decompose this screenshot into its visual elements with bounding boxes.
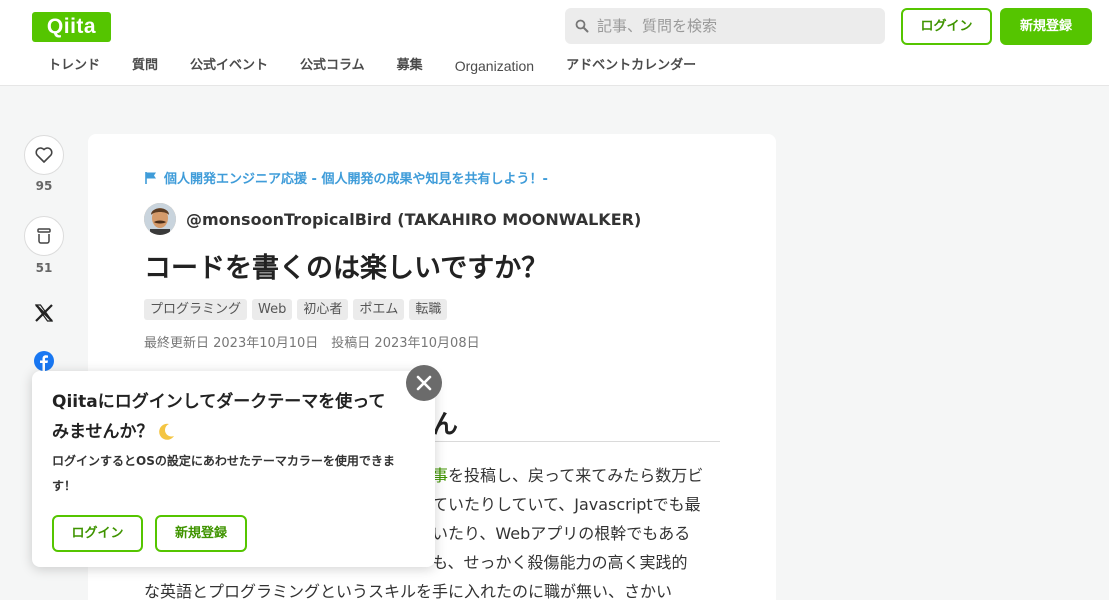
like-count: 95 (35, 179, 53, 193)
body-line: いたり、Webアプリの根幹でもある (432, 524, 691, 543)
like-button[interactable] (24, 135, 64, 175)
event-label: 個人開発エンジニア応援 - 個人開発の成果や知見を共有しよう！- (164, 172, 548, 187)
signup-button[interactable]: 新規登録 (1000, 8, 1092, 45)
flag-icon (145, 171, 156, 184)
nav-item-advent-calendar[interactable]: アドベントカレンダー (550, 56, 712, 78)
stock-button[interactable] (24, 216, 64, 256)
stock-count: 51 (35, 261, 53, 275)
nav-item-official-events[interactable]: 公式イベント (174, 56, 284, 78)
article-title: コードを書くのは楽しいですか？ (144, 253, 549, 284)
body-line: 事を投稿し、戻って来てみたら数万ビ (432, 466, 704, 485)
facebook-share-icon[interactable] (34, 351, 54, 371)
site-header: Qiita ログイン 新規登録 トレンド 質問 公式イベント 公式コラム 募集 … (0, 0, 1109, 86)
tag-item[interactable]: プログラミング (144, 299, 248, 320)
body-line: な英語とプログラミングというスキルを手に入れたのに職が無い、さかい (144, 582, 673, 600)
tag-item[interactable]: Web (252, 299, 293, 320)
popup-signup-button[interactable]: 新規登録 (155, 515, 247, 552)
tag-item[interactable]: ポエム (353, 299, 405, 320)
body-line: ていたりしていて、Javascriptでも最 (432, 495, 701, 514)
avatar (144, 203, 176, 235)
dark-theme-popup: Qiitaにログインしてダークテーマを使ってみませんか？ ログインするとOSの設… (32, 371, 435, 567)
nav-item-recruitment[interactable]: 募集 (381, 56, 439, 78)
stock-icon (37, 228, 51, 244)
nav-item-organization[interactable]: Organization (439, 56, 550, 78)
author-name: @monsoonTropicalBird (TAKAHIRO MOONWALKE… (186, 209, 642, 229)
article-dates: 最終更新日 2023年10月10日 投稿日 2023年10月08日 (144, 336, 480, 351)
popup-description: ログインするとOSの設定にあわせたテーマカラーを使用できます！ (52, 454, 395, 493)
tag-item[interactable]: 初心者 (297, 299, 349, 320)
login-button[interactable]: ログイン (901, 8, 992, 45)
search-input[interactable] (597, 8, 877, 44)
tag-list: プログラミング Web 初心者 ポエム 転職 (144, 299, 452, 320)
qiita-logo[interactable]: Qiita (32, 12, 111, 42)
author-link[interactable]: @monsoonTropicalBird (TAKAHIRO MOONWALKE… (144, 203, 641, 235)
section-heading: ん (432, 410, 459, 440)
nav-item-official-columns[interactable]: 公式コラム (284, 56, 381, 78)
tag-item[interactable]: 転職 (409, 299, 448, 320)
x-share-icon[interactable] (33, 302, 55, 324)
popup-login-button[interactable]: ログイン (52, 515, 143, 552)
close-icon (416, 375, 432, 391)
popup-title: Qiitaにログインしてダークテーマを使ってみませんか？ (52, 392, 386, 442)
global-nav: トレンド 質問 公式イベント 公式コラム 募集 Organization アドベ… (32, 56, 712, 78)
search-box[interactable] (565, 8, 885, 44)
nav-item-trend[interactable]: トレンド (32, 56, 116, 78)
nav-item-questions[interactable]: 質問 (116, 56, 174, 78)
popup-close-button[interactable] (406, 365, 442, 401)
event-link[interactable]: 個人開発エンジニア応援 - 個人開発の成果や知見を共有しよう！- (144, 168, 548, 187)
search-icon (575, 19, 589, 33)
moon-icon (158, 423, 174, 440)
body-line: も、せっかく殺傷能力の高く実践的 (432, 553, 688, 572)
heart-icon (35, 147, 53, 163)
